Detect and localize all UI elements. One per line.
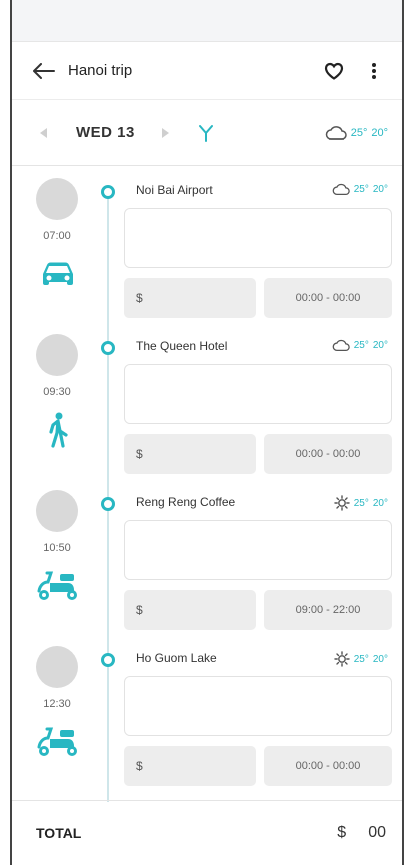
sun-icon	[334, 495, 350, 511]
stop-low-temp: 20°	[372, 184, 388, 195]
cloud-icon	[332, 183, 350, 196]
walk-icon	[49, 412, 68, 448]
note-field[interactable]	[124, 676, 392, 736]
stop-time: 09:30	[43, 386, 71, 398]
day-low-temp: 20°	[371, 126, 388, 139]
place-name[interactable]: Ho Guom Lake	[136, 651, 217, 665]
cloud-icon	[332, 339, 350, 352]
hours-field[interactable]: 00:00 - 00:00	[264, 278, 392, 318]
favorite-button[interactable]	[320, 57, 348, 85]
car-icon	[43, 262, 73, 285]
stop-weather: 25° 20°	[332, 183, 388, 196]
stop-low-temp: 20°	[372, 497, 388, 509]
stop-high-temp: 25°	[353, 184, 369, 195]
stop-time: 12:30	[43, 698, 71, 710]
page-title: Hanoi trip	[68, 62, 133, 79]
arrow-left-icon	[33, 62, 55, 79]
day-weather: 25° 20°	[325, 125, 388, 141]
stop-low-temp: 20°	[372, 340, 388, 351]
transport-mode[interactable]	[34, 568, 82, 604]
status-bar	[12, 0, 402, 42]
note-field[interactable]	[124, 520, 392, 580]
itinerary-timeline: 07:00 Noi Bai Airport 25° 20° $ 00:00 - …	[12, 166, 402, 804]
stop-weather: 25° 20°	[334, 495, 388, 511]
note-field[interactable]	[124, 208, 392, 268]
next-day-button[interactable]	[157, 124, 175, 142]
back-button[interactable]	[30, 57, 58, 85]
hours-field[interactable]: 00:00 - 00:00	[264, 746, 392, 786]
stop-time: 10:50	[43, 542, 71, 554]
note-field[interactable]	[124, 364, 392, 424]
stop-photo-placeholder[interactable]	[36, 334, 78, 376]
place-name[interactable]: Noi Bai Airport	[136, 183, 213, 197]
day-high-temp: 25°	[350, 126, 368, 139]
timeline-dot	[101, 653, 115, 667]
phone-frame: Hanoi trip WED 13 25° 20° 07:00 Noi Bai …	[10, 0, 404, 865]
itinerary-stop: 07:00 Noi Bai Airport 25° 20° $ 00:00 - …	[12, 166, 402, 322]
place-name[interactable]: Reng Reng Coffee	[136, 495, 235, 509]
stop-high-temp: 25°	[353, 653, 369, 665]
stop-photo-placeholder[interactable]	[36, 490, 78, 532]
stop-time: 07:00	[43, 230, 71, 242]
total-label: TOTAL	[36, 825, 82, 841]
price-field[interactable]: $	[124, 746, 256, 786]
fork-icon	[198, 124, 213, 142]
total-currency: $	[337, 824, 347, 841]
itinerary-stop: 12:30 Ho Guom Lake 25° 20° $ 00:00 - 00:…	[12, 634, 402, 790]
stop-weather: 25° 20°	[332, 339, 388, 352]
price-field[interactable]: $	[124, 278, 256, 318]
app-bar: Hanoi trip	[12, 42, 402, 100]
transport-mode[interactable]	[34, 412, 82, 448]
price-field[interactable]: $	[124, 590, 256, 630]
chevron-right-icon	[161, 127, 169, 138]
stop-photo-placeholder[interactable]	[36, 178, 78, 220]
transport-mode[interactable]	[34, 256, 82, 292]
stop-photo-placeholder[interactable]	[36, 646, 78, 688]
hours-field[interactable]: 00:00 - 00:00	[264, 434, 392, 474]
stop-high-temp: 25°	[353, 340, 369, 351]
day-label: WED 13	[76, 124, 135, 141]
transport-mode[interactable]	[34, 724, 82, 760]
chevron-left-icon	[40, 127, 47, 138]
hours-field[interactable]: 09:00 - 22:00	[264, 590, 392, 630]
stop-weather: 25° 20°	[334, 651, 388, 667]
stop-high-temp: 25°	[353, 497, 369, 509]
route-fork-button[interactable]	[195, 122, 217, 144]
more-menu-button[interactable]	[360, 57, 388, 85]
price-field[interactable]: $	[124, 434, 256, 474]
itinerary-stop: 10:50 Reng Reng Coffee 25° 20° $ 09:00 -…	[12, 478, 402, 634]
sun-icon	[334, 651, 350, 667]
total-amount: 00	[368, 824, 386, 841]
scooter-icon	[37, 727, 77, 756]
timeline-dot	[101, 497, 115, 511]
more-vertical-icon	[372, 62, 376, 79]
total-bar: TOTAL $ 00	[12, 800, 402, 865]
cloud-icon	[325, 125, 347, 140]
stop-low-temp: 20°	[372, 653, 388, 665]
place-name[interactable]: The Queen Hotel	[136, 339, 227, 353]
itinerary-stop: 09:30 The Queen Hotel 25° 20° $ 00:00 - …	[12, 322, 402, 478]
heart-icon	[324, 62, 344, 80]
timeline-dot	[101, 185, 115, 199]
scooter-icon	[37, 571, 77, 600]
day-selector: WED 13 25° 20°	[12, 100, 402, 166]
timeline-dot	[101, 341, 115, 355]
prev-day-button[interactable]	[34, 124, 52, 142]
